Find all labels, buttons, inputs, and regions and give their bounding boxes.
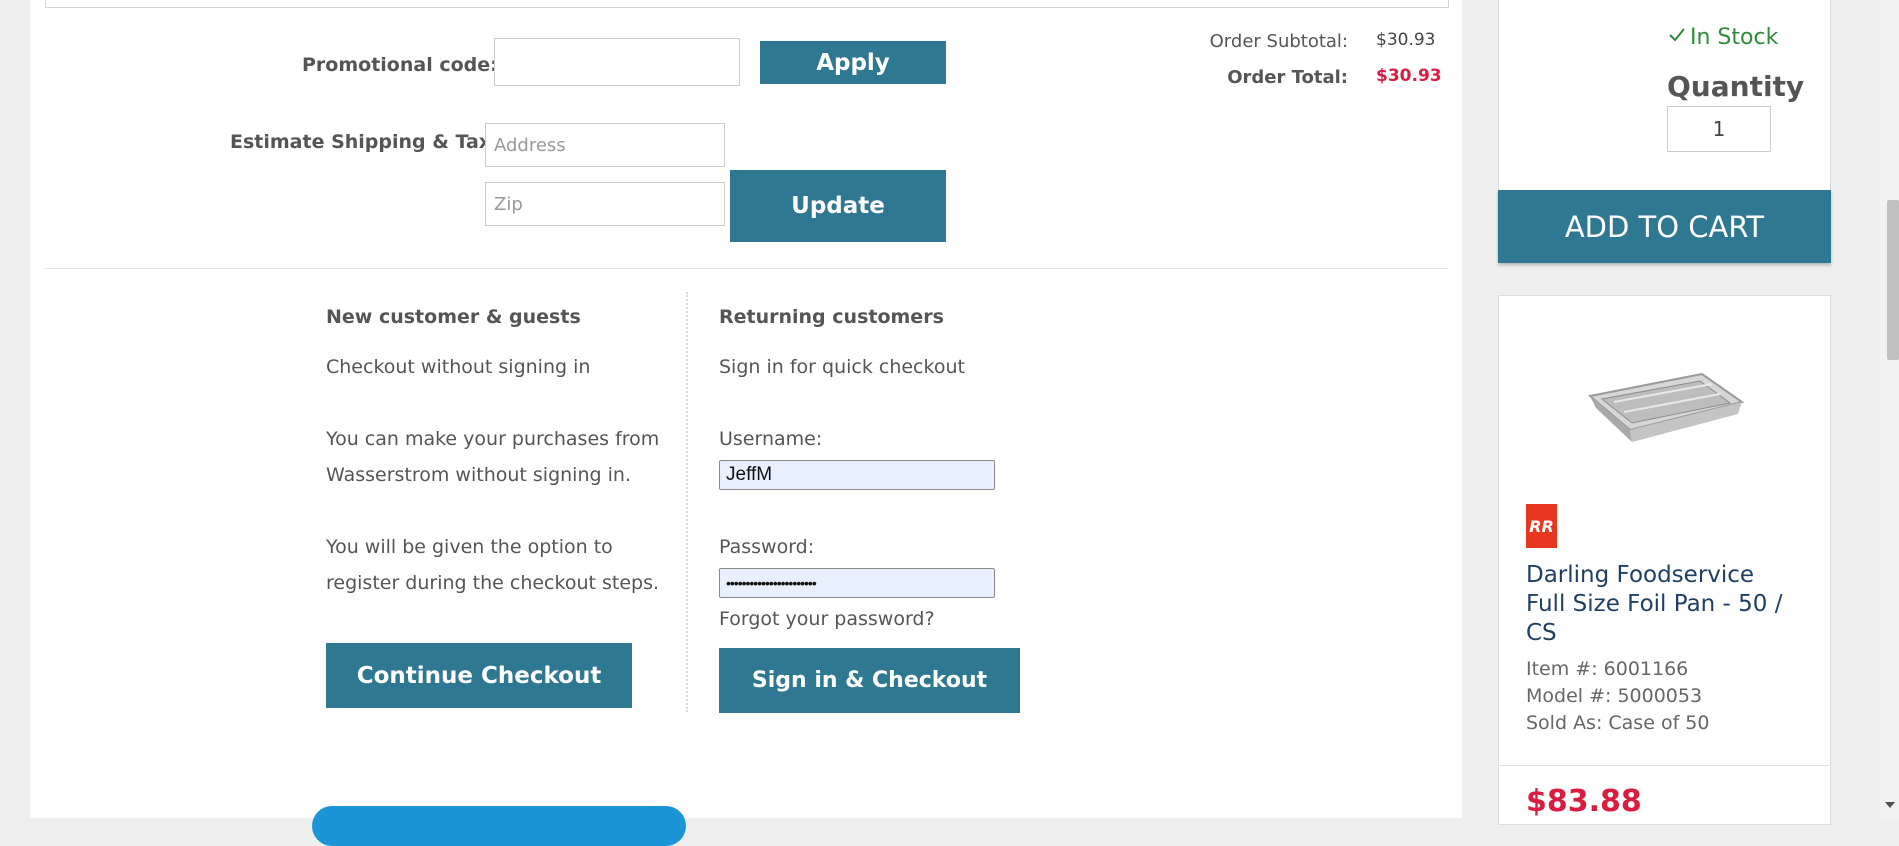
cart-table-bottom-border [45, 0, 1449, 8]
model-number: Model #: 5000053 [1526, 685, 1703, 707]
quantity-label: Quantity [1667, 70, 1805, 103]
scrollbar-track[interactable] [1880, 0, 1899, 818]
order-subtotal-value: $30.93 [1376, 30, 1436, 50]
address-input[interactable] [485, 123, 725, 167]
brand-badge: RR [1526, 504, 1557, 548]
product-title-line2[interactable]: Full Size Foil Pan - 50 / [1526, 590, 1783, 619]
guest-heading: New customer & guests [326, 306, 581, 328]
update-button[interactable]: Update [730, 170, 946, 242]
guest-line: Checkout without signing in [326, 356, 591, 378]
scrollbar-thumb[interactable] [1887, 200, 1899, 360]
guest-para2-line1: You will be given the option to [326, 536, 613, 558]
promo-code-input[interactable] [494, 38, 740, 86]
guest-para1-line2: Wasserstrom without signing in. [326, 464, 631, 486]
section-divider [45, 268, 1448, 269]
product-title-line1[interactable]: Darling Foodservice [1526, 561, 1783, 590]
returning-line: Sign in for quick checkout [719, 356, 965, 378]
continue-checkout-button[interactable]: Continue Checkout [326, 643, 632, 708]
returning-heading: Returning customers [719, 306, 944, 328]
order-subtotal-label: Order Subtotal: [1209, 31, 1348, 52]
column-divider [686, 292, 688, 712]
username-label: Username: [719, 428, 823, 450]
guest-para2-line2: register during the checkout steps. [326, 572, 660, 594]
product-title[interactable]: Darling Foodservice Full Size Foil Pan -… [1526, 561, 1783, 648]
apply-button[interactable]: Apply [760, 41, 946, 84]
card-divider [1498, 765, 1831, 766]
foil-pan-image[interactable] [1584, 366, 1746, 446]
order-total-label: Order Total: [1227, 67, 1348, 88]
scroll-down-arrow-icon[interactable] [1885, 802, 1895, 808]
order-total-value: $30.93 [1376, 66, 1442, 86]
sign-in-checkout-button[interactable]: Sign in & Checkout [719, 648, 1020, 713]
quantity-input[interactable]: 1 [1667, 106, 1771, 152]
password-label: Password: [719, 536, 815, 558]
stock-text: In Stock [1690, 25, 1779, 50]
check-icon [1668, 25, 1686, 50]
guest-para1-line1: You can make your purchases from [326, 428, 660, 450]
item-number: Item #: 6001166 [1526, 658, 1689, 680]
password-input[interactable]: ••••••••••••••••••••••• [719, 568, 995, 598]
product-price: $83.88 [1526, 784, 1642, 819]
product-title-line3[interactable]: CS [1526, 619, 1783, 648]
zip-input[interactable] [485, 182, 725, 226]
sold-as: Sold As: Case of 50 [1526, 712, 1710, 734]
paypal-checkout-button[interactable] [312, 806, 686, 846]
add-to-cart-button[interactable]: ADD TO CART [1498, 190, 1831, 263]
estimate-shipping-label: Estimate Shipping & Tax: [230, 131, 499, 153]
forgot-password-link[interactable]: Forgot your password? [719, 608, 935, 630]
promo-code-label: Promotional code: [302, 54, 498, 76]
stock-status: In Stock [1668, 25, 1778, 50]
username-input[interactable]: JeffM [719, 460, 995, 490]
